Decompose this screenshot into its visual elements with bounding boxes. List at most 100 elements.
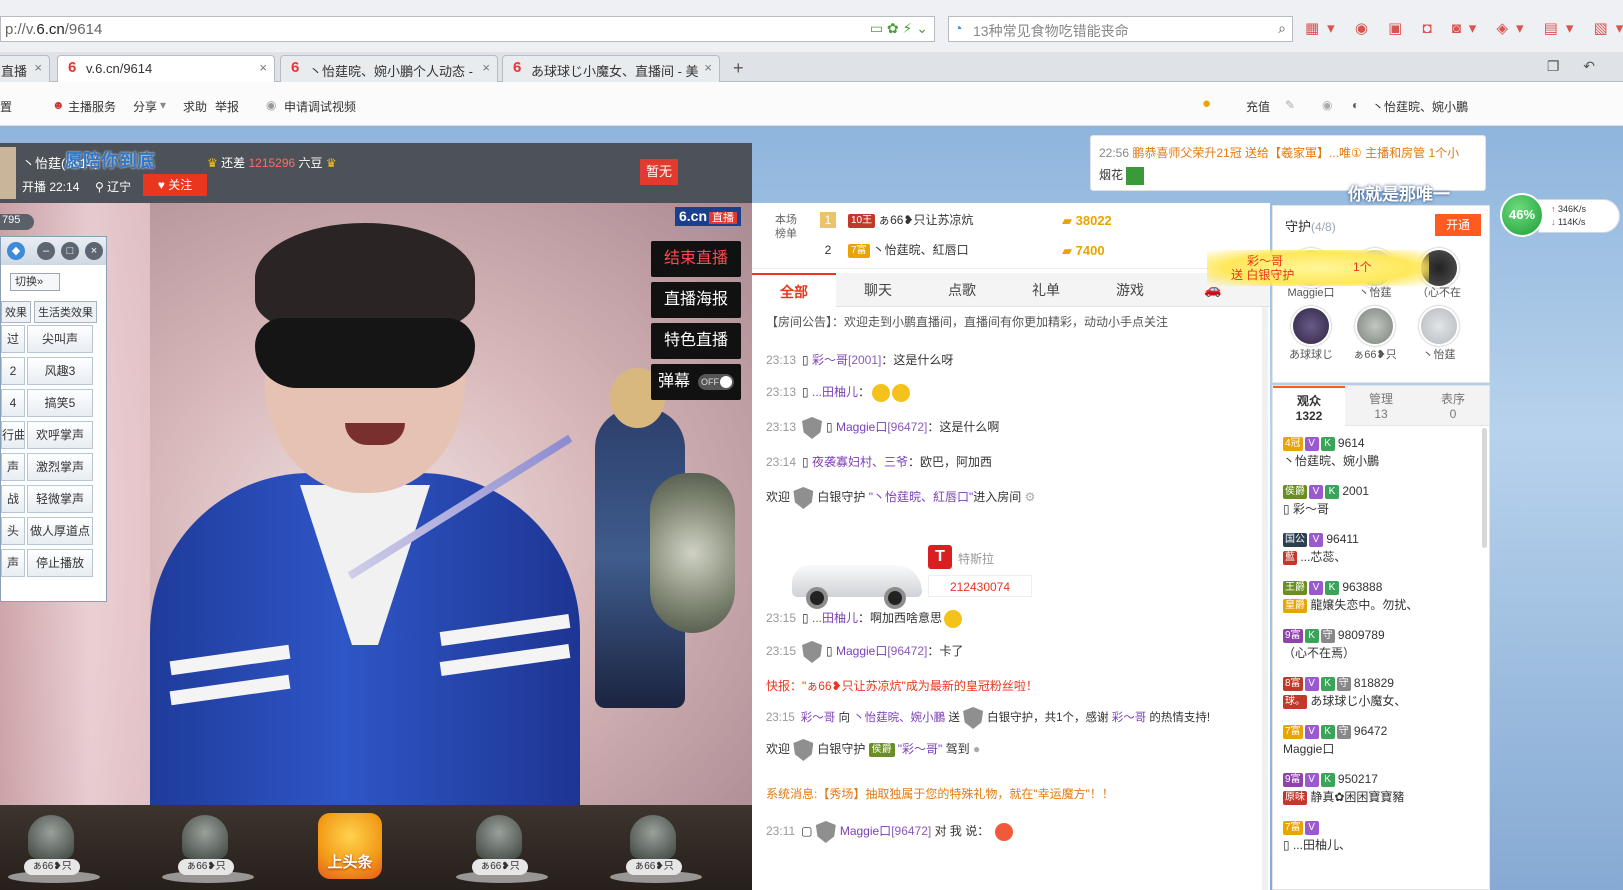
nav-item-debug-video[interactable]: 申请调试视频 <box>284 98 356 115</box>
headline-button[interactable]: 上头条 <box>318 813 382 879</box>
tab-1[interactable]: 6 v.6.cn/9614 × <box>57 55 275 83</box>
effect-cell[interactable]: 尖叫声 <box>27 325 93 353</box>
nav-item-settings[interactable]: 置 <box>0 98 12 115</box>
edit-icon[interactable]: ✎ <box>1285 98 1295 112</box>
audience-user[interactable]: 王爵 V K 963888 皇爵 龍嬢失恋中。勿扰、 <box>1283 578 1479 614</box>
restore-icon[interactable]: ❐ ↶ <box>1547 58 1605 75</box>
maximize-icon[interactable]: □ <box>61 242 79 260</box>
tab-effects[interactable]: 效果 <box>1 301 31 323</box>
search-icon[interactable]: ⌕ <box>1278 20 1286 37</box>
effect-cell[interactable]: 欢呼掌声 <box>27 421 93 449</box>
audience-user[interactable]: 7富 V ▯ ...田柚儿、 <box>1283 818 1479 854</box>
effect-cell[interactable]: 行曲 <box>1 421 25 449</box>
guard-avatar[interactable] <box>1419 306 1459 346</box>
tab-label: v.6.cn/9614 <box>86 61 153 76</box>
gift-item[interactable]: ぁ66❥只 <box>606 813 702 885</box>
close-icon[interactable]: × <box>34 60 42 75</box>
nav-item-report[interactable]: 举报 <box>215 98 239 115</box>
url-prefix: p://v. <box>5 21 37 38</box>
url-action-icons[interactable]: ▭ ✿ ⚡ ⌄ <box>870 20 928 37</box>
tesla-icon: T <box>928 545 952 569</box>
tab-audience[interactable]: 观众 1322 <box>1273 386 1345 426</box>
rank-board-label[interactable]: 本场榜单 <box>770 213 802 241</box>
rank-row[interactable]: 1 10王 ぁ66❥只让苏凉炕 <box>820 211 974 233</box>
audience-user[interactable]: 7富 V K 守 96472 Maggie口 <box>1283 722 1479 758</box>
phone-icon: ▯ <box>802 611 809 625</box>
new-tab-icon[interactable]: + <box>733 58 744 79</box>
pin-icon[interactable]: ◆ <box>7 242 25 260</box>
tab-song-request[interactable]: 点歌 <box>920 273 1004 307</box>
chat-scrollbar[interactable] <box>1262 307 1268 890</box>
end-live-button[interactable]: 结束直播 <box>651 241 741 277</box>
effect-cell[interactable]: 声 <box>1 549 25 577</box>
gift-item[interactable]: ぁ66❥只 <box>4 813 100 885</box>
follow-button[interactable]: ♥ 关注 <box>143 174 207 196</box>
tab-2[interactable]: 6 丶怡莛晥、婉小鵬个人动态 - × <box>280 55 498 82</box>
anchor-avatar[interactable] <box>0 147 16 199</box>
search-engine-icon[interactable]: ◔ <box>954 20 962 36</box>
close-icon[interactable]: × <box>259 60 267 75</box>
network-speed-widget[interactable]: ↑ 346K/s ↓ 114K/s 46% <box>1500 193 1623 241</box>
featured-live-button[interactable]: 特色直播 <box>651 323 741 359</box>
video-player[interactable]: 6.cn 直播 结束直播 直播海报 特色直播 弹幕 OFF <box>0 203 752 805</box>
toolbar-extension-icons[interactable]: ▦▾ ◉ ▣ ◘ ◙▾ ◈▾ ▤▾ ▧▾ ⌕ <box>1305 19 1623 37</box>
live-poster-button[interactable]: 直播海报 <box>651 282 741 318</box>
effect-cell[interactable]: 声 <box>1 453 25 481</box>
effect-cell[interactable]: 2 <box>1 357 25 385</box>
car-name: 特斯拉 <box>958 552 995 566</box>
tab-all[interactable]: 全部 <box>752 273 836 307</box>
tab-admins[interactable]: 管理 13 <box>1345 386 1417 426</box>
tab-games[interactable]: 游戏 <box>1088 273 1172 307</box>
tab-order[interactable]: 表序 0 <box>1417 386 1489 426</box>
tab-gift-list[interactable]: 礼单 <box>1004 273 1088 307</box>
rank-row[interactable]: 2 7富 丶怡莛晥、紅唇口 <box>820 241 969 263</box>
tab-3[interactable]: 6 あ球球じ小魔女、直播间 - 美 × <box>502 55 720 82</box>
effect-cell[interactable]: 停止播放 <box>27 549 93 577</box>
effect-cell[interactable]: 4 <box>1 389 25 417</box>
audience-user[interactable]: 国公 V 96411 藍 ...芯蕊、 <box>1283 530 1479 566</box>
effect-cell[interactable]: 过 <box>1 325 25 353</box>
audience-user[interactable]: 4冠 V K 9614 丶怡莛晥、婉小鵬 <box>1283 434 1479 470</box>
gift-dome-icon <box>476 815 522 859</box>
danmu-switch[interactable]: OFF <box>698 373 734 390</box>
effect-cell[interactable]: 风趣3 <box>27 357 93 385</box>
audience-user[interactable]: 侯爵 V K 2001 ▯ 彩～哥 <box>1283 482 1479 518</box>
danmu-toggle[interactable]: 弹幕 OFF <box>651 364 741 400</box>
guard-avatar[interactable] <box>1355 306 1395 346</box>
close-icon[interactable]: × <box>85 242 103 260</box>
gift-item[interactable]: ぁ66❥只 <box>158 813 254 885</box>
avatar[interactable]: ◐ <box>1352 98 1359 112</box>
guard-avatar[interactable] <box>1291 306 1331 346</box>
open-guard-button[interactable]: 开通 <box>1435 214 1481 236</box>
effect-cell[interactable]: 搞笑5 <box>27 389 93 417</box>
tab-chat[interactable]: 聊天 <box>836 273 920 307</box>
url-host: 6.cn <box>36 21 65 38</box>
audience-user[interactable]: 8富 V K 守 818829 球。 あ球球じ小魔女、 <box>1283 674 1479 710</box>
effect-cell[interactable]: 轻微掌声 <box>27 485 93 513</box>
tab-0[interactable]: 直播 × <box>0 55 50 82</box>
nav-item-share[interactable]: 分享 <box>133 98 157 115</box>
status-icon[interactable]: ◉ <box>1322 98 1332 112</box>
effect-cell[interactable]: 战 <box>1 485 25 513</box>
phone-icon: ▯ <box>826 644 833 659</box>
tab-life-effects[interactable]: 生活类效果 <box>34 301 98 323</box>
close-icon[interactable]: × <box>482 60 490 75</box>
audience-user[interactable]: 9富 V K 950217 原味 静真✿困困寶寶豬 <box>1283 770 1479 806</box>
recharge-link[interactable]: 充值 <box>1246 98 1270 115</box>
gift-user-tag: ぁ66❥只 <box>472 859 528 875</box>
audience-scrollbar[interactable] <box>1482 428 1487 548</box>
url-field[interactable]: p://v.6.cn/9614 ▭ ✿ ⚡ ⌄ <box>0 16 935 42</box>
k-badge: K <box>1325 580 1339 595</box>
effects-switch-button[interactable]: 切换» <box>10 273 60 291</box>
search-field[interactable]: ◔ 13种常见食物吃错能丧命 ⌕ <box>948 16 1293 42</box>
audience-user[interactable]: 9富 K 守 9809789 （心不在焉） <box>1283 626 1479 662</box>
effect-cell[interactable]: 头 <box>1 517 25 545</box>
effect-cell[interactable]: 激烈掌声 <box>27 453 93 481</box>
current-username[interactable]: 丶怡莛晥、婉小鵬 <box>1372 98 1468 115</box>
close-icon[interactable]: × <box>704 60 712 75</box>
minimize-icon[interactable]: – <box>37 242 55 260</box>
nav-item-anchor-service[interactable]: 主播服务 <box>68 98 116 115</box>
nav-item-help[interactable]: 求助 <box>183 98 207 115</box>
gift-item[interactable]: ぁ66❥只 <box>452 813 548 885</box>
effect-cell[interactable]: 做人厚道点 <box>27 517 93 545</box>
